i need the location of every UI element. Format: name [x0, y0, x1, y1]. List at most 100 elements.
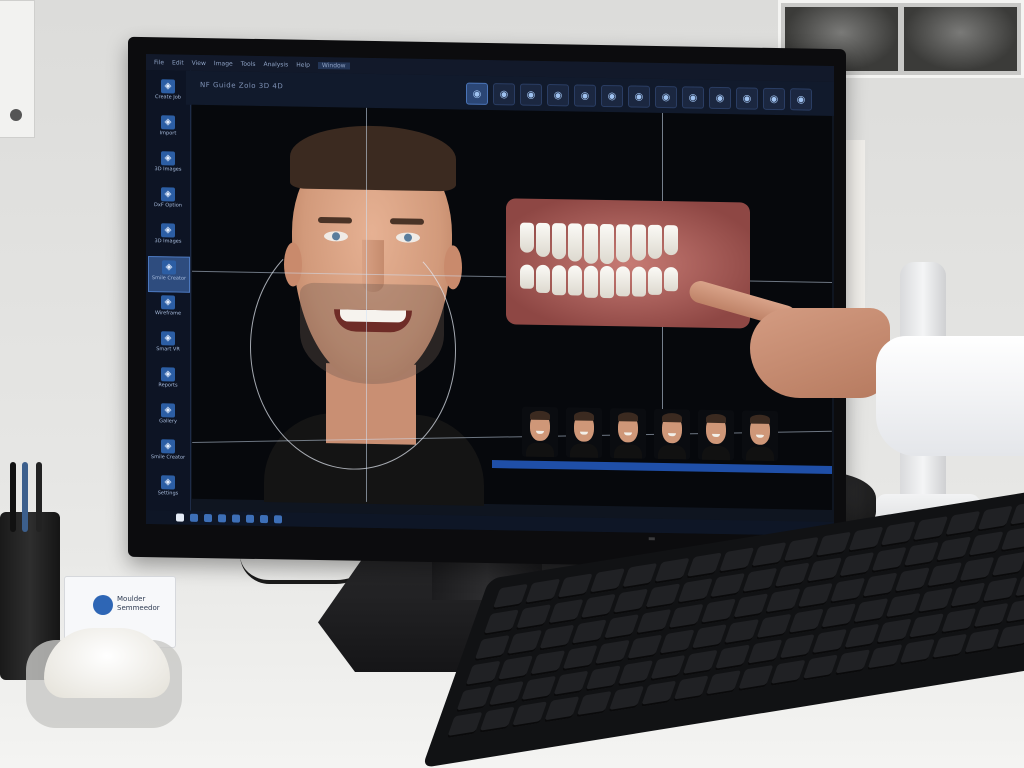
- keyboard-key[interactable]: [996, 623, 1024, 650]
- keyboard-key[interactable]: [958, 556, 995, 584]
- keyboard-key[interactable]: [686, 552, 722, 579]
- keyboard-key[interactable]: [963, 628, 1000, 655]
- keyboard-key[interactable]: [668, 603, 704, 630]
- keyboard-key[interactable]: [917, 587, 954, 614]
- keyboard-key[interactable]: [576, 690, 612, 718]
- menu-item[interactable]: Tools: [241, 60, 256, 67]
- menu-item[interactable]: Edit: [172, 59, 184, 66]
- keyboard-key[interactable]: [741, 567, 778, 594]
- keyboard-key[interactable]: [944, 510, 981, 538]
- keyboard-key[interactable]: [524, 578, 561, 605]
- keyboard-key[interactable]: [843, 623, 880, 650]
- keyboard-key[interactable]: [640, 680, 677, 707]
- menu-item[interactable]: Analysis: [264, 61, 289, 68]
- keyboard-key[interactable]: [649, 654, 686, 682]
- keyboard-key[interactable]: [838, 552, 875, 579]
- keyboard-key[interactable]: [1009, 500, 1024, 527]
- keyboard-key[interactable]: [511, 701, 548, 728]
- sidebar-item[interactable]: ◈ 3D Images: [148, 148, 188, 183]
- sidebar-item[interactable]: ◈ Settings: [148, 472, 188, 507]
- keyboard-key[interactable]: [755, 613, 792, 640]
- keyboard-key[interactable]: [580, 593, 616, 620]
- keyboard-key[interactable]: [802, 654, 839, 681]
- grid-tool-icon[interactable]: ◉: [628, 85, 650, 108]
- keyboard-key[interactable]: [899, 638, 935, 666]
- keyboard-key[interactable]: [746, 639, 783, 666]
- keyboard-key[interactable]: [866, 644, 903, 671]
- sidebar-item[interactable]: ◈ DxF Option: [148, 184, 188, 219]
- keyboard-key[interactable]: [585, 665, 621, 692]
- undo-tool-icon[interactable]: ◉: [763, 87, 785, 111]
- menu-item[interactable]: Help: [296, 61, 310, 68]
- keyboard-key[interactable]: [621, 562, 658, 590]
- keyboard-key[interactable]: [483, 609, 519, 636]
- patient-thumbnail[interactable]: [610, 408, 646, 459]
- keyboard-key[interactable]: [940, 608, 977, 635]
- keyboard-key[interactable]: [612, 588, 649, 615]
- compare-tool-icon[interactable]: ◉: [736, 87, 758, 110]
- taskbar-app[interactable]: [232, 514, 240, 523]
- keyboard-key[interactable]: [1005, 597, 1024, 624]
- keyboard-key[interactable]: [876, 618, 912, 645]
- keyboard-key[interactable]: [520, 675, 557, 702]
- keyboard-key[interactable]: [603, 614, 640, 641]
- keyboard-key[interactable]: [977, 505, 1013, 532]
- export-tool-icon[interactable]: ◉: [709, 86, 731, 110]
- keyboard-key[interactable]: [709, 572, 746, 600]
- taskbar-app[interactable]: [274, 515, 282, 524]
- sidebar-item[interactable]: ◈ Smart VR: [148, 328, 188, 363]
- overlay-tool-icon[interactable]: ◉: [655, 85, 677, 109]
- keyboard-key[interactable]: [806, 557, 843, 584]
- keyboard-key[interactable]: [705, 670, 742, 697]
- keyboard-key[interactable]: [691, 624, 727, 651]
- keyboard-key[interactable]: [635, 608, 672, 636]
- patient-thumbnail[interactable]: [654, 408, 690, 460]
- taskbar-app[interactable]: [190, 513, 198, 522]
- keyboard-key[interactable]: [673, 675, 709, 702]
- keyboard-key[interactable]: [797, 582, 834, 610]
- sidebar-item[interactable]: ◈ Smile Creator: [148, 436, 188, 471]
- keyboard-key[interactable]: [779, 634, 815, 661]
- keyboard-key[interactable]: [935, 536, 972, 563]
- sidebar-item[interactable]: ◈ Reports: [148, 364, 188, 399]
- keyboard-key[interactable]: [617, 660, 654, 687]
- taskbar-app[interactable]: [204, 514, 212, 523]
- keyboard-key[interactable]: [1014, 572, 1024, 599]
- keyboard-key[interactable]: [811, 628, 848, 656]
- keyboard-key[interactable]: [949, 582, 986, 609]
- keyboard-key[interactable]: [991, 551, 1024, 578]
- taskbar-app[interactable]: [218, 514, 226, 523]
- keyboard-key[interactable]: [732, 593, 769, 620]
- keyboard-key[interactable]: [894, 567, 930, 594]
- patient-thumbnail[interactable]: [742, 410, 778, 462]
- ruler-tool-icon[interactable]: ◉: [520, 83, 542, 106]
- start-button[interactable]: [176, 513, 184, 522]
- keyboard-key[interactable]: [658, 629, 695, 656]
- keyboard-key[interactable]: [829, 577, 866, 604]
- sidebar-item[interactable]: ◈ Create Job: [148, 76, 188, 111]
- keyboard-key[interactable]: [852, 598, 889, 625]
- keyboard-key[interactable]: [783, 536, 819, 564]
- keyboard-key[interactable]: [479, 706, 515, 733]
- keyboard-key[interactable]: [571, 619, 607, 646]
- keyboard-key[interactable]: [626, 634, 663, 661]
- keyboard-key[interactable]: [557, 573, 593, 600]
- sidebar-item[interactable]: ◈ Wireframe: [148, 292, 188, 327]
- keyboard-key[interactable]: [608, 685, 645, 712]
- keyboard-key[interactable]: [562, 644, 598, 672]
- keyboard-key[interactable]: [465, 660, 501, 687]
- keyboard-key[interactable]: [885, 592, 921, 620]
- keyboard-key[interactable]: [967, 531, 1004, 558]
- keyboard-key[interactable]: [644, 583, 681, 610]
- keyboard-key[interactable]: [446, 711, 483, 738]
- keyboard-key[interactable]: [903, 541, 940, 568]
- keyboard-key[interactable]: [847, 526, 884, 553]
- keyboard-key[interactable]: [488, 680, 524, 708]
- keyboard-key[interactable]: [653, 557, 690, 584]
- keyboard-key[interactable]: [594, 639, 631, 666]
- keyboard-key[interactable]: [492, 583, 529, 610]
- keyboard-key[interactable]: [677, 578, 713, 605]
- photo-tool-icon[interactable]: ◉: [547, 83, 569, 107]
- keyboard-key[interactable]: [931, 633, 968, 660]
- keyboard-key[interactable]: [714, 644, 751, 671]
